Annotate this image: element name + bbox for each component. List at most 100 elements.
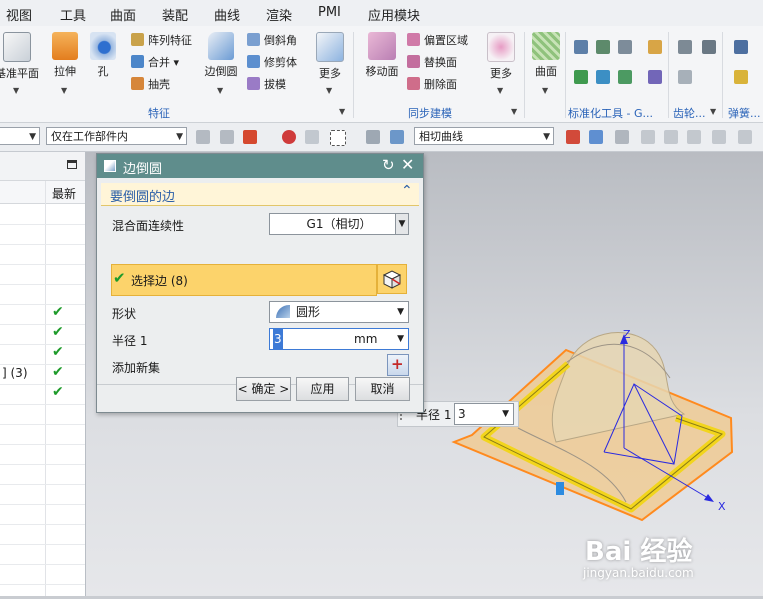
select-edge-button[interactable] (377, 264, 407, 294)
weld-icon[interactable] (574, 70, 588, 84)
gear-icon[interactable] (648, 40, 662, 54)
arc-icon[interactable] (687, 130, 701, 144)
reset-icon[interactable]: ↻ (382, 156, 395, 174)
trim-body-button[interactable]: 修剪体 (247, 54, 297, 70)
line-icon[interactable] (641, 130, 655, 144)
add-new-set-label: 添加新集 (112, 361, 161, 375)
list-item[interactable] (0, 344, 85, 365)
dialog-title-bar[interactable]: 边倒圆 ↻ ✕ (97, 154, 423, 178)
menu-pmi[interactable]: PMI (318, 5, 341, 20)
list-item[interactable] (0, 324, 85, 345)
menu-view[interactable]: 视图 (6, 5, 32, 24)
list-item[interactable]: ] (3) (0, 364, 85, 385)
shape-select[interactable]: 圆形 ▼ (269, 301, 409, 323)
menu-surface[interactable]: 曲面 (110, 5, 136, 24)
radius-input[interactable]: 3 mm ▼ (269, 328, 409, 350)
curve-rule-select[interactable]: 相切曲线 ▼ (414, 127, 554, 145)
list-item[interactable] (0, 464, 85, 485)
continuity-select[interactable]: G1（相切） ▼ (269, 213, 409, 235)
list-item[interactable] (0, 524, 85, 545)
datum-plane-button[interactable]: 基准平面 ▼ (0, 32, 40, 95)
delete-face-button[interactable]: 删除面 (407, 76, 457, 92)
list-item[interactable] (0, 204, 85, 225)
snap-center-icon[interactable] (282, 130, 296, 144)
add-new-set-button[interactable]: + (387, 354, 409, 376)
snap-point-icon[interactable] (196, 130, 210, 144)
gear-data-icon[interactable] (648, 70, 662, 84)
gear-display-icon[interactable] (678, 70, 692, 84)
list-item[interactable] (0, 304, 85, 325)
menu-assembly[interactable]: 装配 (162, 5, 188, 24)
apply-button[interactable]: 应用 (296, 377, 349, 401)
trim-body-icon (247, 55, 260, 68)
spring-icon[interactable] (734, 40, 748, 54)
replace-face-button[interactable]: 替换面 (407, 54, 457, 70)
list-item[interactable] (0, 284, 85, 305)
standard-part-icon[interactable] (574, 40, 588, 54)
scope-filter-select[interactable]: 仅在工作部件内 ▼ (46, 127, 187, 145)
list-item[interactable] (0, 244, 85, 265)
tangent-icon[interactable] (738, 130, 752, 144)
type-filter-select[interactable]: ▼ (0, 127, 40, 145)
more-sync-button[interactable]: 更多 ▼ (484, 32, 518, 95)
extrude-button[interactable]: 拉伸 ▼ (48, 32, 82, 95)
maximize-icon[interactable] (67, 160, 77, 169)
radius-overlay-field[interactable]: 3 ▼ (454, 403, 514, 425)
menu-curve[interactable]: 曲线 (214, 5, 240, 24)
hole-button[interactable]: 孔 (88, 32, 118, 79)
face-filter-icon[interactable] (390, 130, 404, 144)
unite-button[interactable]: 合并 ▾ (131, 54, 179, 70)
reuse-library-icon[interactable] (618, 40, 632, 54)
snap-grid-icon[interactable] (615, 130, 629, 144)
list-item[interactable] (0, 264, 85, 285)
radius-value: 3 (273, 329, 283, 349)
column-up-to-date[interactable]: 最新 (52, 185, 76, 202)
menu-tools[interactable]: 工具 (60, 5, 86, 24)
check-tool-icon[interactable] (618, 70, 632, 84)
snap-mid-icon[interactable] (305, 130, 319, 144)
select-intent-icon[interactable] (243, 130, 257, 144)
radius-handle[interactable] (556, 482, 564, 495)
edge-blend-button[interactable]: 边倒圆 ▼ (201, 32, 241, 95)
solid-body-icon[interactable] (366, 130, 380, 144)
cancel-button[interactable]: 取消 (355, 377, 410, 401)
list-item[interactable] (0, 564, 85, 585)
list-item[interactable] (0, 424, 85, 445)
more-features-button[interactable]: 更多 ▼ (313, 32, 347, 95)
draft-button[interactable]: 拔模 (247, 76, 286, 92)
pattern-feature-button[interactable]: 阵列特征 (131, 32, 192, 48)
menu-application[interactable]: 应用模块 (368, 5, 420, 24)
group-expand-icon[interactable]: ▼ (710, 107, 716, 116)
list-item[interactable] (0, 544, 85, 565)
ok-button[interactable]: < 确定 > (236, 377, 291, 401)
gear-mesh-icon[interactable] (702, 40, 716, 54)
list-item[interactable] (0, 384, 85, 405)
fastener-icon[interactable] (596, 40, 610, 54)
spline-icon[interactable] (712, 130, 726, 144)
spring-data-icon[interactable] (734, 70, 748, 84)
list-item[interactable] (0, 404, 85, 425)
collapse-chevron-icon[interactable]: ⌃ (401, 183, 413, 199)
group-expand-icon[interactable]: ▼ (339, 107, 345, 116)
list-item[interactable] (0, 224, 85, 245)
rect-select-icon[interactable] (330, 130, 346, 146)
list-item[interactable] (0, 484, 85, 505)
move-face-button[interactable]: 移动面 (362, 32, 402, 79)
section-edges-header[interactable]: 要倒圆的边 ⌃ (101, 183, 419, 206)
group-expand-icon[interactable]: ▼ (511, 107, 517, 116)
follow-fillet-icon[interactable] (589, 130, 603, 144)
select-edge-row[interactable]: ✔ 选择边 (8) (111, 264, 377, 296)
surface-button[interactable]: 曲面 ▼ (530, 32, 562, 95)
stop-at-intersection-icon[interactable] (566, 130, 580, 144)
list-item[interactable] (0, 504, 85, 525)
menu-render[interactable]: 渲染 (266, 5, 292, 24)
close-icon[interactable]: ✕ (401, 155, 414, 174)
snap-end-icon[interactable] (220, 130, 234, 144)
shell-button[interactable]: 抽壳 (131, 76, 170, 92)
list-item[interactable] (0, 444, 85, 465)
chamfer-button[interactable]: 倒斜角 (247, 32, 297, 48)
offset-region-button[interactable]: 偏置区域 (407, 32, 468, 48)
gear-model-icon[interactable] (678, 40, 692, 54)
line2-icon[interactable] (664, 130, 678, 144)
assembly-tool-icon[interactable] (596, 70, 610, 84)
